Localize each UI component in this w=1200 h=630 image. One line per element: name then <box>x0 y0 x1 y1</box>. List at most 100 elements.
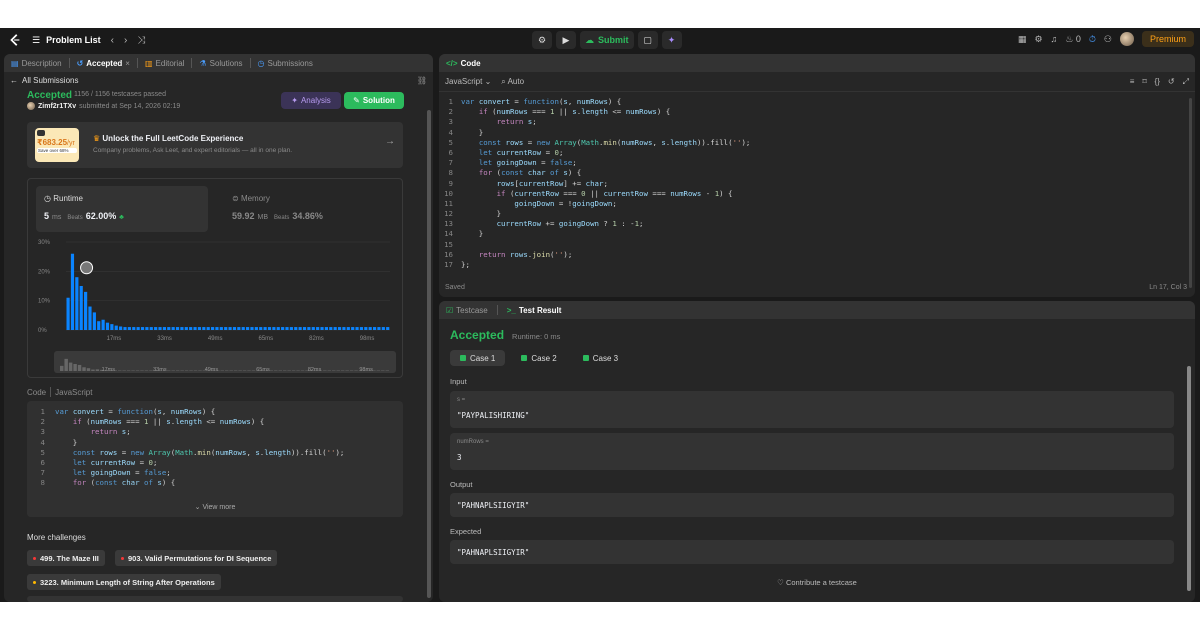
tab-label: Test Result <box>518 305 562 315</box>
overview-bar <box>91 369 95 371</box>
user-avatar[interactable] <box>27 102 35 110</box>
code-token: || <box>148 417 167 427</box>
notification-icon[interactable]: ♫ <box>1051 34 1058 44</box>
code-token: ( <box>492 168 502 178</box>
tab-test-result[interactable]: >_ Test Result <box>504 306 565 315</box>
case-tab-1[interactable]: Case 1 <box>450 350 506 366</box>
code-token: const <box>478 137 502 147</box>
runtime-card[interactable]: ◷ Runtime 5 ms Beats 62.00% ♣ <box>36 186 208 232</box>
premium-promo[interactable]: ₹683.25/yr Save over 68% ♛ Unlock the Fu… <box>27 122 403 168</box>
tab-divider <box>191 58 193 68</box>
check-square-icon: ☑ <box>446 305 454 315</box>
memory-unit: MB <box>257 214 269 221</box>
notes-button[interactable]: ▢ <box>637 31 658 49</box>
challenge-chip[interactable]: 499. The Maze III <box>27 550 105 566</box>
streak-button[interactable]: ♨ 0 <box>1065 34 1081 45</box>
submit-button[interactable]: ☁ Submit <box>580 31 634 49</box>
code-token: let <box>478 147 493 157</box>
link-icon[interactable]: ⛓ <box>417 76 427 85</box>
tab-accepted[interactable]: ↺ Accepted × <box>74 59 133 68</box>
add-user-icon[interactable]: ⚇ <box>1104 34 1112 45</box>
runtime-beats: 62.00% <box>85 211 117 221</box>
cloud-upload-icon: ☁ <box>585 34 594 45</box>
auto-mode[interactable]: ⌕ Auto <box>501 77 524 87</box>
leetcode-logo-icon[interactable] <box>8 33 22 47</box>
run-button[interactable]: ▶ <box>556 31 576 49</box>
contribute-testcase-button[interactable]: ♡ Contribute a testcase <box>439 578 1195 587</box>
case-tab-2[interactable]: Case 2 <box>511 350 566 366</box>
solution-button[interactable]: ✎ Solution <box>344 92 404 109</box>
code-token: <= <box>201 417 220 427</box>
language-select[interactable]: JavaScript ⌄ <box>445 77 491 86</box>
tab-submissions[interactable]: ◷ Submissions <box>255 59 316 68</box>
memory-card[interactable]: ⊜ Memory 59.92 MB Beats 34.86% <box>224 186 396 232</box>
play-icon: ▶ <box>562 34 570 45</box>
code-token: ; <box>532 117 537 127</box>
book-icon: ▥ <box>144 58 153 68</box>
view-more-button[interactable]: ⌄ View more <box>27 503 403 511</box>
editor-scrollbar[interactable] <box>1189 98 1192 288</box>
expected-label: Expected <box>450 527 482 536</box>
premium-button[interactable]: Premium <box>1141 31 1194 47</box>
timer-icon[interactable]: ⏱ <box>1089 34 1096 45</box>
expected-value: "PAHNAPLSIIGYIR" <box>457 548 530 557</box>
tab-description[interactable]: ▤ Description <box>8 59 65 68</box>
analysis-label: Analysis <box>300 96 331 105</box>
code-token: min <box>197 447 211 457</box>
close-icon[interactable]: × <box>125 59 130 68</box>
submitted-code[interactable]: 1 var convert = function(s, numRows) {2 i… <box>27 401 403 517</box>
settings-icon[interactable]: ⚙ <box>1034 34 1042 45</box>
tab-divider <box>136 58 138 68</box>
x-tick-label: 98ms <box>360 336 375 342</box>
left-scrollbar[interactable] <box>427 110 431 598</box>
prev-problem-icon[interactable]: ‹ <box>111 35 114 46</box>
challenge-title: 903. Valid Permutations for DI Sequence <box>128 553 272 563</box>
code-token: currentRow <box>518 178 564 188</box>
code-token: === <box>121 417 145 427</box>
format-icon[interactable]: ≡ <box>1130 77 1135 87</box>
test-scrollbar[interactable] <box>1187 366 1191 591</box>
tab-editorial[interactable]: ▥ Editorial <box>142 59 187 68</box>
reset-icon[interactable]: ↺ <box>1168 77 1175 87</box>
code-line: 6 let currentRow = 0; <box>27 458 403 468</box>
back-to-submissions[interactable]: ← All Submissions <box>10 76 78 85</box>
code-token: } <box>55 437 78 447</box>
line-number: 2 <box>448 107 453 117</box>
shuffle-icon[interactable]: ⤨ <box>137 35 145 46</box>
code-editor[interactable]: 1 var convert = function(s, numRows) {2 i… <box>439 97 1195 270</box>
code-token: currentRow <box>90 457 136 467</box>
left-tabs: ▤ Description ↺ Accepted × ▥ Editorial ⚗ Solu… <box>4 54 433 72</box>
code-token: return <box>496 117 524 127</box>
histogram-bar <box>110 324 114 330</box>
promo-description: Company problems, Ask Leet, and expert e… <box>93 147 293 154</box>
histogram-bar <box>79 286 83 330</box>
runtime-distribution-chart[interactable]: 30% 20% 10% 0% 17ms 33ms 49ms 65ms 82ms 98ms 17ms 3… <box>28 234 402 384</box>
expand-icon[interactable]: ⤢ <box>1183 77 1189 87</box>
layout-icon[interactable]: ▦ <box>1018 34 1027 45</box>
ai-button[interactable]: ✦ <box>661 31 682 49</box>
username[interactable]: Zimf2r1TXv <box>38 103 76 110</box>
challenge-chip[interactable]: 903. Valid Permutations for DI Sequence <box>115 550 278 566</box>
tab-solutions[interactable]: ⚗ Solutions <box>196 59 245 68</box>
tab-testcase[interactable]: ☑ Testcase <box>443 306 491 315</box>
challenge-chip[interactable]: 3223. Minimum Length of String After Ope… <box>27 574 221 590</box>
problem-list-button[interactable]: ☰ Problem List <box>32 35 101 46</box>
submission-subnav: ← All Submissions ⛓ <box>4 72 433 88</box>
analysis-button[interactable]: ✦ Analysis <box>281 92 341 109</box>
histogram-bar <box>241 327 245 330</box>
case-tab-3[interactable]: Case 3 <box>573 350 628 366</box>
tab-code[interactable]: </> Code <box>443 59 484 68</box>
braces-icon[interactable]: {} <box>1155 77 1160 87</box>
code-line: 2 if (numRows === 1 || s. length <= numRo… <box>27 417 403 427</box>
auto-label: Auto <box>507 76 525 86</box>
bookmark-icon[interactable]: ⌑ <box>1142 77 1146 87</box>
avatar[interactable] <box>1119 32 1134 46</box>
next-problem-icon[interactable]: › <box>124 35 127 46</box>
submission-status: Accepted <box>27 90 73 101</box>
debug-button[interactable]: ⚙ <box>532 31 552 49</box>
code-token: numRows <box>576 97 608 106</box>
